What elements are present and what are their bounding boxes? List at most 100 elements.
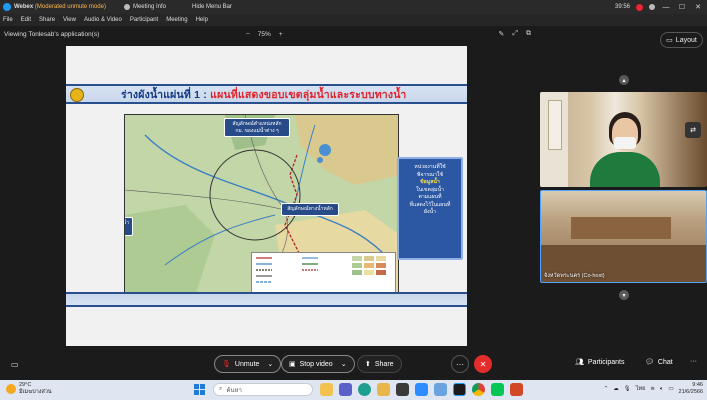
chevron-down-icon[interactable]: ⌄ [341, 360, 347, 368]
scroll-up-button[interactable]: ▴ [619, 75, 629, 85]
clock[interactable]: 9:46 21/6/2566 [679, 382, 703, 396]
participant-video-1[interactable]: ⇄ [540, 92, 707, 187]
annotate-icon[interactable]: ✎ [499, 30, 505, 38]
side-line-6: ที่แสดงไว้ในแผนที่ [409, 201, 451, 208]
folder-icon[interactable] [377, 383, 390, 396]
battery-icon[interactable]: ▭ [668, 386, 673, 392]
viewing-bar: Viewing Tonlesab's application(s) − 75% … [0, 27, 535, 41]
viewing-label: Viewing Tonlesab's application(s) [4, 30, 100, 38]
slide-title-part2: แผนที่แสดงขอบเขตลุ่มน้ำและระบบทางน้ำ [207, 89, 407, 101]
edge-icon[interactable] [358, 383, 371, 396]
menu-meeting[interactable]: Meeting [166, 17, 187, 23]
tray-arrow-icon[interactable]: ⌃ [604, 386, 609, 392]
webex-logo-icon [3, 3, 11, 11]
menu-view[interactable]: View [63, 17, 76, 23]
panel-options-button[interactable]: ··· [690, 358, 697, 365]
system-tray: ⌃ ☁ 🎙︎ ไทย ≋ 🔈︎ ▭ 9:46 21/6/2566 [604, 382, 703, 396]
chat-button[interactable]: 💬︎ Chat [645, 358, 673, 367]
zoom-level[interactable]: 75% [258, 31, 271, 38]
window-controls: 39:56 — ☐ ✕ [615, 0, 703, 14]
participant-video-2[interactable]: จังหวัดพระนคร (Co-host) [540, 190, 707, 283]
hide-menu-bar-button[interactable]: Hide Menu Bar [192, 4, 232, 10]
menu-edit[interactable]: Edit [21, 17, 31, 23]
fullscreen-icon[interactable]: ⤢ [512, 30, 518, 38]
menu-audio-video[interactable]: Audio & Video [84, 17, 122, 23]
zoom-out-button[interactable]: − [246, 31, 250, 38]
line-icon[interactable] [491, 383, 504, 396]
slide-title-part1: ร่างผังน้ำแผ่นที่ 1 : [121, 89, 208, 101]
photos-icon[interactable] [434, 383, 447, 396]
minimize-button[interactable]: — [661, 4, 671, 11]
sun-icon [6, 384, 16, 394]
share-icon: ⬆ [365, 361, 371, 368]
microphone-icon[interactable]: 🎙︎ [624, 386, 631, 392]
meeting-info-button[interactable]: Meeting Info [123, 4, 166, 10]
layout-button[interactable]: ▭ Layout [660, 32, 703, 48]
menu-file[interactable]: File [3, 17, 13, 23]
language-indicator[interactable]: ไทย [636, 385, 646, 393]
search-icon: ⌕ [219, 386, 223, 392]
side-line-5: ตามแผนที่ [418, 194, 442, 200]
stop-video-button[interactable]: ▣ Stop video ⌄ [281, 355, 355, 373]
taskbar-search[interactable]: ⌕ ค้นหา [213, 383, 313, 396]
participants-button[interactable]: 👥︎ Participants [575, 358, 625, 367]
maximize-button[interactable]: ☐ [677, 3, 687, 11]
participants-icon: 👥︎ [575, 359, 584, 366]
side-line-3: ข้อมูลน้ำ [420, 179, 440, 185]
teams-icon[interactable] [339, 383, 352, 396]
weather-widget[interactable]: 29°C มีเมฆบางส่วน [6, 382, 52, 396]
zoom-controls: − 75% + [246, 27, 283, 41]
unmute-button[interactable]: 🎙︎ Unmute ⌄ [214, 355, 282, 373]
participants-label: Participants [587, 358, 625, 366]
start-button[interactable] [194, 384, 205, 395]
chat-bubble-icon[interactable]: ▭ [11, 360, 19, 369]
meeting-timer: 39:56 [614, 4, 630, 10]
chat-label: Chat [657, 358, 673, 366]
chat-icon: 💬︎ [645, 359, 654, 366]
scroll-down-button[interactable]: ▾ [619, 290, 629, 300]
webex-taskbar-icon[interactable] [453, 383, 466, 396]
side-info-box: หน่วยงานที่ใช้ พิจารณาใช้ ข้อมูลน้ำ ในเข… [397, 157, 463, 260]
title-bar: Webex (Moderated unmute mode) Meeting In… [0, 0, 707, 14]
hide-menu-bar-label: Hide Menu Bar [191, 4, 233, 10]
screen-share-icon[interactable]: ⇄ [685, 122, 701, 138]
onedrive-icon[interactable]: ☁ [613, 386, 619, 392]
participant-name-tag: จังหวัดพระนคร (Co-host) [544, 273, 605, 279]
info-icon [123, 4, 130, 10]
clock-date: 21/6/2566 [678, 389, 703, 395]
moderation-mode: (Moderated unmute mode) [34, 4, 106, 10]
chrome-icon[interactable] [472, 383, 485, 396]
menu-participant[interactable]: Participant [130, 17, 158, 23]
share-button[interactable]: ⬆ Share [357, 355, 402, 373]
layout-icon: ▭ [666, 37, 673, 44]
side-line-2: พิจารณาใช้ [417, 171, 443, 178]
end-call-button[interactable]: ✕ [474, 355, 492, 373]
store-icon[interactable] [396, 383, 409, 396]
chevron-down-icon[interactable]: ⌄ [267, 360, 273, 368]
callout-watershed-boundary: สัญลักษณ์ขอบเขตลุ่มน้ำ การไหลของน้ำ [125, 217, 133, 236]
close-button[interactable]: ✕ [693, 3, 703, 11]
watershed-map: สัญลักษณ์ตำแหน่งหลัก กม. ของแม่น้ำต่าง ๆ… [124, 114, 399, 295]
popout-icon[interactable]: ⧉ [526, 30, 531, 38]
clock-time: 9:46 [692, 382, 703, 388]
volume-icon[interactable]: 🔈︎ [660, 386, 663, 393]
search-placeholder: ค้นหา [226, 387, 242, 394]
unmute-label: Unmute [234, 360, 260, 368]
windows-taskbar: 29°C มีเมฆบางส่วน ⌕ ค้นหา ⌃ ☁ � [0, 380, 707, 400]
zoom-in-button[interactable]: + [279, 31, 283, 38]
file-explorer-icon[interactable] [320, 383, 333, 396]
powerpoint-icon[interactable] [510, 383, 523, 396]
menu-help[interactable]: Help [196, 17, 208, 23]
mic-muted-icon: 🎙︎ [222, 361, 231, 368]
more-options-button[interactable]: ··· [451, 355, 469, 373]
side-line-7: ผังน้ำ [423, 209, 437, 215]
slide-bottom-band [66, 292, 467, 307]
callout-main-waterway: สัญลักษณ์ทางน้ำหลัก [281, 203, 339, 216]
poster [548, 100, 562, 150]
menu-share[interactable]: Share [39, 17, 55, 23]
zoom-app-icon[interactable] [415, 383, 428, 396]
wifi-icon[interactable]: ≋ [650, 386, 655, 392]
face-mask [614, 137, 636, 149]
weather-desc: มีเมฆบางส่วน [19, 389, 52, 395]
judges-bench [571, 217, 671, 239]
